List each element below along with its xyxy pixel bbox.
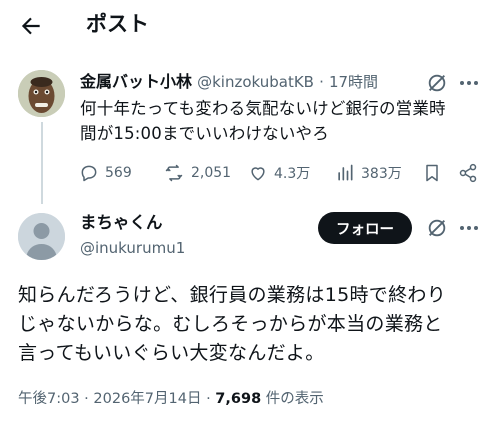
more-options-icon[interactable] xyxy=(458,74,480,92)
view-count: 7,698 xyxy=(215,391,262,407)
author-name[interactable]: まちゃくん xyxy=(80,211,163,235)
author-name[interactable]: 金属バット小林 xyxy=(80,72,192,91)
main-post-text: 知らんだろうけど、銀行員の業務は15時で終わり じゃないからな。むしろそっからが… xyxy=(18,284,446,364)
parent-post-header: 金属バット小林 @kinzokubatKB · 17時間 xyxy=(80,70,378,94)
separator-dot: · xyxy=(319,73,324,91)
author-handle[interactable]: @kinzokubatKB xyxy=(197,73,314,91)
post-timestamp[interactable]: 午後7:03 · 2026年7月14日 · xyxy=(18,391,215,407)
repost-icon xyxy=(165,164,183,182)
grok-icon[interactable] xyxy=(426,217,448,239)
share-icon xyxy=(459,163,477,183)
thread-connector-line xyxy=(41,122,43,204)
parent-post-text: 何十年たっても変わる気配ないけど銀行の営業時 間が15:00までいいわけないやろ xyxy=(80,99,446,143)
reply-button[interactable]: 569 xyxy=(79,162,132,184)
avatar-default[interactable] xyxy=(18,213,65,260)
views-chart-icon xyxy=(338,164,353,181)
bookmark-button[interactable] xyxy=(422,162,448,184)
post-metadata: 午後7:03 · 2026年7月14日 · 7,698 件の表示 xyxy=(18,388,324,410)
grok-icon[interactable] xyxy=(426,72,448,94)
page-title: ポスト xyxy=(86,12,149,36)
back-arrow-icon[interactable] xyxy=(18,13,44,39)
top-bar: ポスト xyxy=(0,0,500,50)
like-count: 4.3万 xyxy=(274,166,311,182)
share-button[interactable] xyxy=(458,162,484,184)
reply-icon xyxy=(81,165,97,182)
view-count: 383万 xyxy=(361,166,402,182)
reply-count: 569 xyxy=(105,165,132,181)
author-handle[interactable]: @inukurumu1 xyxy=(80,237,185,259)
heart-icon xyxy=(251,167,265,181)
follow-button[interactable]: フォロー xyxy=(318,212,412,244)
more-options-icon[interactable] xyxy=(458,219,480,237)
repost-count: 2,051 xyxy=(191,165,232,181)
like-button[interactable]: 4.3万 xyxy=(248,162,310,184)
bookmark-icon xyxy=(426,164,438,182)
avatar[interactable] xyxy=(18,70,65,117)
repost-button[interactable]: 2,051 xyxy=(163,162,231,184)
view-label: 件の表示 xyxy=(261,391,324,407)
views-button[interactable]: 383万 xyxy=(335,162,402,184)
post-time[interactable]: 17時間 xyxy=(329,73,378,91)
